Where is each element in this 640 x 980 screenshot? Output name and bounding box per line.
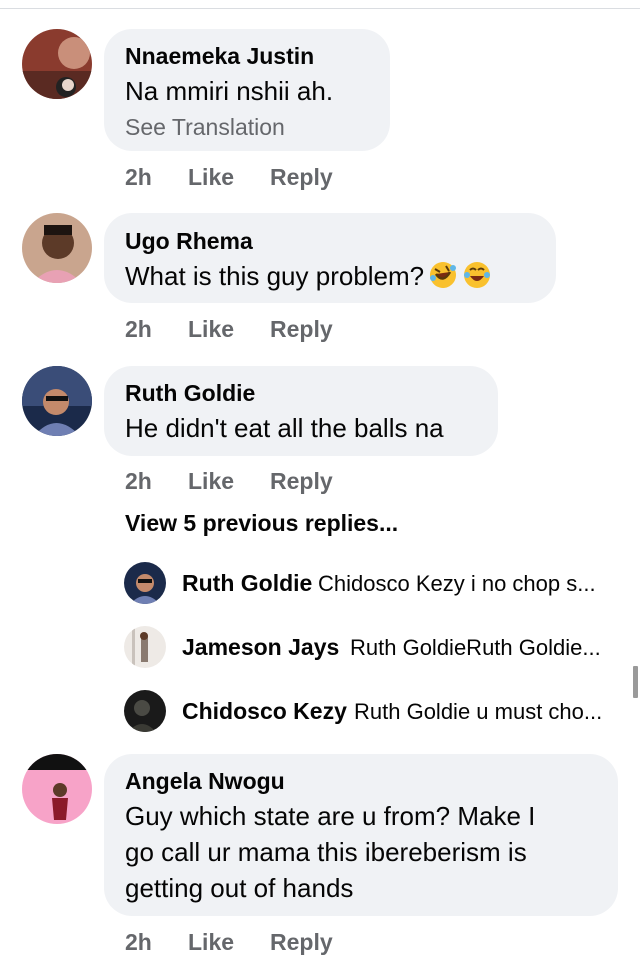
scrollbar[interactable] [633,666,638,698]
timestamp: 2h [125,468,152,494]
tears-of-joy-icon [462,260,492,290]
comment-text-body: What is this guy problem? [125,261,425,291]
reply-author[interactable]: Jameson Jays [182,634,339,661]
view-previous-replies-link[interactable]: View 5 previous replies... [125,510,398,537]
like-button[interactable]: Like [188,468,234,495]
avatar[interactable] [22,366,92,436]
like-button[interactable]: Like [188,929,234,956]
like-button[interactable]: Like [188,316,234,343]
comment-actions: 2h Like Reply [125,929,425,957]
reply-author[interactable]: Chidosco Kezy [182,698,347,725]
comment-text: Na mmiri nshii ah. [125,76,334,106]
comment-actions: 2h Like Reply [125,316,425,344]
comment-text-line: go call ur mama this ibereberism is [125,837,527,867]
reply-text: Ruth GoldieRuth Goldie... [350,635,601,660]
top-divider [0,8,640,9]
avatar[interactable] [22,29,92,99]
comment-author[interactable]: Ugo Rhema [125,228,253,255]
comment-author[interactable]: Ruth Goldie [125,380,255,407]
reply-item[interactable]: Ruth Goldie Chidosco Kezy i no chop s... [124,562,624,606]
timestamp: 2h [125,929,152,955]
reply-button[interactable]: Reply [270,316,333,343]
rolling-on-floor-laughing-icon [428,260,458,290]
reply-text: Ruth Goldie u must cho... [354,699,603,724]
comment-actions: 2h Like Reply [125,164,425,192]
comment-text: Guy which state are u from? Make I go ca… [125,798,535,906]
comment-text-line: getting out of hands [125,873,354,903]
comment-author[interactable]: Angela Nwogu [125,768,285,795]
see-translation-link[interactable]: See Translation [125,114,285,141]
reply-item[interactable]: Chidosco Kezy Ruth Goldie u must cho... [124,690,624,734]
reply-text: Chidosco Kezy i no chop s... [318,571,596,596]
avatar[interactable] [22,754,92,824]
reply-button[interactable]: Reply [270,164,333,191]
reply-item[interactable]: Jameson Jays Ruth GoldieRuth Goldie... [124,626,624,670]
timestamp: 2h [125,316,152,342]
comment-text-line: Guy which state are u from? Make I [125,801,536,831]
timestamp: 2h [125,164,152,190]
reply-author[interactable]: Ruth Goldie [182,570,312,597]
avatar[interactable] [22,213,92,283]
avatar[interactable] [124,690,166,732]
like-button[interactable]: Like [188,164,234,191]
reply-button[interactable]: Reply [270,468,333,495]
comment-actions: 2h Like Reply [125,468,425,496]
avatar[interactable] [124,626,166,668]
comment-text: He didn't eat all the balls na [125,413,444,443]
avatar[interactable] [124,562,166,604]
comment-author[interactable]: Nnaemeka Justin [125,43,314,70]
comment-text: What is this guy problem? [125,258,492,294]
reply-button[interactable]: Reply [270,929,333,956]
